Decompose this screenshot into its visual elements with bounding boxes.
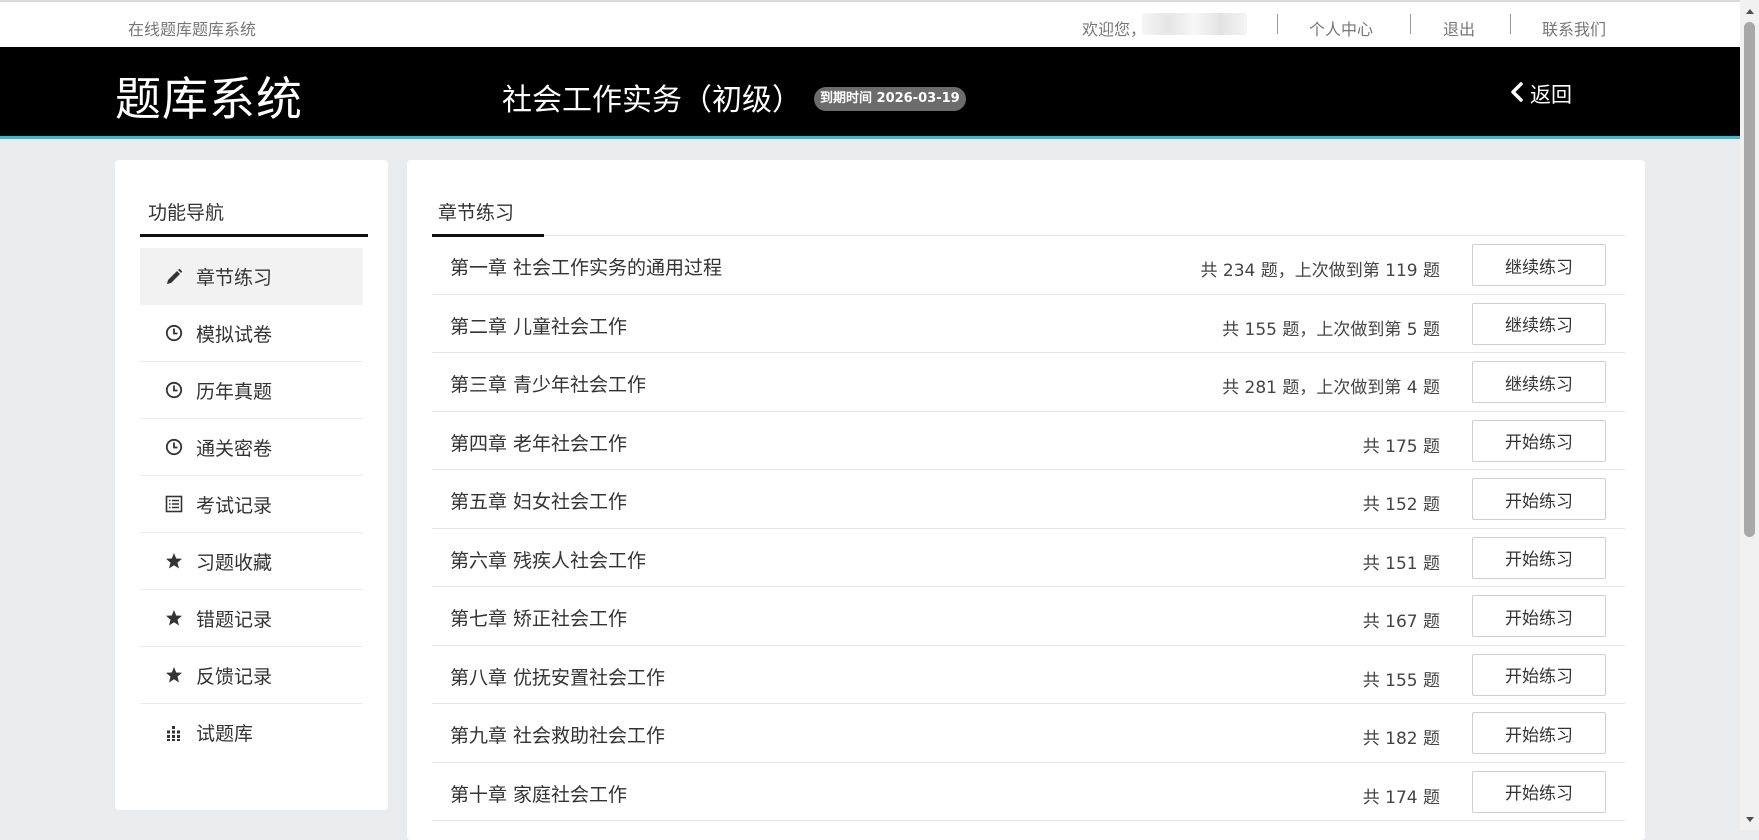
sidebar-item-favorites[interactable]: 习题收藏 — [140, 533, 363, 590]
chapter-name: 第十章 家庭社会工作 — [450, 783, 628, 806]
clock-icon — [164, 380, 184, 400]
continue-practice-button[interactable]: 继续练习 — [1472, 302, 1606, 345]
chapter-question-count: 共 175 题 — [1362, 436, 1440, 457]
star-icon — [164, 665, 184, 685]
scroll-up-arrow-icon[interactable] — [1740, 2, 1759, 19]
chapter-row: 第十章 家庭社会工作 共 174 题 开始练习 — [432, 763, 1625, 821]
chapter-name: 第七章 矫正社会工作 — [450, 608, 628, 630]
main-panel: 章节练习 第一章 社会工作实务的通用过程 共 234 题，上次做到第 119 题… — [407, 160, 1645, 840]
sidebar-item-feedback[interactable]: 反馈记录 — [140, 647, 363, 704]
sidebar-item-past-exams[interactable]: 历年真题 — [140, 362, 363, 419]
sidebar-item-label: 章节练习 — [196, 267, 273, 289]
sidebar-title: 功能导航 — [148, 202, 225, 224]
list-icon — [164, 494, 184, 514]
chapter-progress: 共 281 题，上次做到第 4 题 — [1222, 378, 1440, 398]
sidebar-item-label: 试题库 — [196, 723, 254, 745]
chapter-question-count: 共 155 题 — [1362, 670, 1440, 691]
expire-badge: 到期时间 2026-03-19 — [814, 87, 966, 111]
start-practice-button[interactable]: 开始练习 — [1472, 770, 1606, 813]
personal-center-link[interactable]: 个人中心 — [1309, 16, 1373, 40]
chapter-name: 第四章 老年社会工作 — [450, 432, 628, 455]
back-button[interactable]: 返回 — [1510, 79, 1572, 109]
chapter-question-count: 共 152 题 — [1362, 495, 1440, 515]
top-bar: 在线题库题库系统 欢迎您， 个人中心 退出 联系我们 — [0, 0, 1740, 47]
logout-link[interactable]: 退出 — [1443, 16, 1475, 40]
start-practice-button[interactable]: 开始练习 — [1472, 419, 1606, 462]
sidebar-item-exam-records[interactable]: 考试记录 — [140, 476, 363, 533]
clock-icon — [164, 323, 184, 343]
chapter-row: 第二章 儿童社会工作 共 155 题，上次做到第 5 题 继续练习 — [432, 295, 1625, 353]
start-practice-button[interactable]: 开始练习 — [1472, 478, 1606, 520]
scrollbar-thumb[interactable] — [1744, 22, 1755, 537]
chapter-name: 第五章 妇女社会工作 — [450, 491, 628, 513]
sidebar-item-question-bank[interactable]: 试题库 — [140, 704, 363, 761]
start-practice-button[interactable]: 开始练习 — [1472, 653, 1606, 696]
sidebar-item-label: 反馈记录 — [196, 665, 273, 688]
star-icon — [164, 608, 184, 628]
chapter-name: 第一章 社会工作实务的通用过程 — [450, 257, 723, 279]
continue-practice-button[interactable]: 继续练习 — [1472, 244, 1606, 286]
start-practice-button[interactable]: 开始练习 — [1472, 536, 1606, 579]
chapter-name: 第二章 儿童社会工作 — [450, 315, 628, 338]
site-name: 在线题库题库系统 — [128, 20, 257, 39]
sidebar-item-label: 通关密卷 — [196, 437, 273, 460]
chapter-question-count: 共 174 题 — [1362, 787, 1440, 808]
logo: 题库系统 — [115, 72, 303, 126]
chevron-left-icon — [1510, 81, 1524, 107]
page-scrollbar[interactable] — [1740, 0, 1759, 830]
start-practice-button[interactable]: 开始练习 — [1472, 595, 1606, 637]
sidebar-item-wrong-answers[interactable]: 错题记录 — [140, 590, 363, 647]
sidebar-item-label: 历年真题 — [196, 380, 273, 403]
divider — [1410, 14, 1411, 34]
chapter-name: 第八章 优抚安置社会工作 — [450, 666, 666, 689]
chapter-row: 第七章 矫正社会工作 共 167 题 开始练习 — [432, 587, 1625, 646]
chapter-row: 第五章 妇女社会工作 共 152 题 开始练习 — [432, 470, 1625, 529]
sidebar-item-label: 错题记录 — [196, 608, 273, 631]
chapter-row: 第九章 社会救助社会工作 共 182 题 开始练习 — [432, 704, 1625, 763]
username-redacted — [1142, 13, 1247, 35]
chapter-row: 第三章 青少年社会工作 共 281 题，上次做到第 4 题 继续练习 — [432, 353, 1625, 412]
chapter-progress: 共 155 题，上次做到第 5 题 — [1222, 319, 1440, 340]
chapter-question-count: 共 182 题 — [1362, 729, 1440, 749]
sidebar-title-underline — [140, 234, 368, 237]
chapter-row: 第八章 优抚安置社会工作 共 155 题 开始练习 — [432, 646, 1625, 704]
chapter-progress: 共 234 题，上次做到第 119 题 — [1200, 261, 1440, 281]
divider — [1510, 14, 1511, 34]
sidebar-item-label: 模拟试卷 — [196, 323, 273, 346]
sidebar-item-label: 习题收藏 — [196, 551, 273, 574]
chapter-question-count: 共 167 题 — [1362, 612, 1440, 632]
divider — [1277, 14, 1278, 34]
grid-icon — [164, 723, 184, 743]
welcome-text: 欢迎您， — [1082, 20, 1147, 39]
star-icon — [164, 551, 184, 571]
chapter-question-count: 共 151 题 — [1362, 553, 1440, 574]
contact-us-link[interactable]: 联系我们 — [1542, 16, 1606, 40]
tab-chapter-practice[interactable]: 章节练习 — [438, 198, 514, 225]
chapter-name: 第三章 青少年社会工作 — [450, 374, 647, 396]
scroll-down-arrow-icon[interactable] — [1740, 811, 1759, 828]
chapter-name: 第六章 残疾人社会工作 — [450, 549, 647, 572]
chapter-row: 第四章 老年社会工作 共 175 题 开始练习 — [432, 412, 1625, 470]
chapter-list: 第一章 社会工作实务的通用过程 共 234 题，上次做到第 119 题 继续练习… — [432, 236, 1625, 821]
sidebar-item-chapter-practice[interactable]: 章节练习 — [140, 248, 363, 305]
chapter-name: 第九章 社会救助社会工作 — [450, 725, 666, 747]
start-practice-button[interactable]: 开始练习 — [1472, 712, 1606, 754]
clock-icon — [164, 437, 184, 457]
course-title: 社会工作实务（初级） — [502, 83, 802, 118]
sidebar-item-label: 考试记录 — [196, 494, 273, 517]
header: 题库系统 社会工作实务（初级） 到期时间 2026-03-19 返回 — [0, 47, 1740, 139]
chapter-row: 第六章 残疾人社会工作 共 151 题 开始练习 — [432, 529, 1625, 587]
continue-practice-button[interactable]: 继续练习 — [1472, 361, 1606, 403]
back-label: 返回 — [1530, 83, 1572, 107]
chapter-row: 第一章 社会工作实务的通用过程 共 234 题，上次做到第 119 题 继续练习 — [432, 236, 1625, 295]
pencil-icon — [164, 267, 184, 287]
sidebar-menu: 章节练习 模拟试卷 历年真题 通关密卷 考试记录 习题收藏 错题记录 反馈记录 … — [140, 248, 363, 761]
sidebar-item-secret-papers[interactable]: 通关密卷 — [140, 419, 363, 476]
sidebar-item-mock-exam[interactable]: 模拟试卷 — [140, 305, 363, 362]
sidebar: 功能导航 章节练习 模拟试卷 历年真题 通关密卷 考试记录 习题收藏 错题记录 … — [115, 160, 388, 810]
